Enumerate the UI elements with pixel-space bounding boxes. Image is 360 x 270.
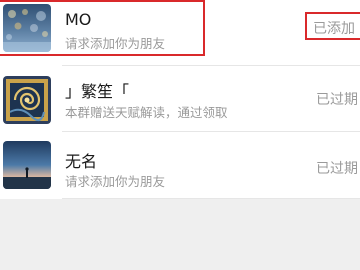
request-message: 请求添加你为朋友 <box>65 174 166 189</box>
request-status: 已过期 <box>316 92 358 108</box>
swirl-painting-avatar-icon[interactable] <box>3 76 51 124</box>
friend-request-row[interactable]: 」繁笙「 本群赠送天赋解读，通过领取 已过期 <box>0 66 360 132</box>
request-message: 本群赠送天赋解读，通过领取 <box>65 105 228 120</box>
request-status: 已过期 <box>316 161 358 177</box>
sunset-figure-avatar-icon[interactable] <box>3 141 51 189</box>
highlight-box <box>305 12 360 40</box>
row-divider <box>62 198 360 199</box>
friend-request-list: MO 请求添加你为朋友 已添加 」繁笙「 本群赠送天赋解读，通过领取 已过期 无… <box>0 0 360 199</box>
requester-name: 无名 <box>65 152 98 171</box>
highlight-box <box>0 0 205 56</box>
row-divider <box>62 131 360 132</box>
friend-request-row[interactable]: MO 请求添加你为朋友 已添加 <box>0 0 360 66</box>
friend-request-row[interactable]: 无名 请求添加你为朋友 已过期 <box>0 133 360 199</box>
requester-name: 」繁笙「 <box>65 82 130 101</box>
